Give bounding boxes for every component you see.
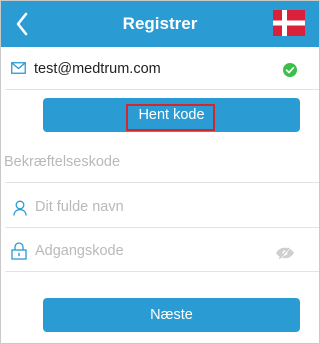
eye-hidden-icon[interactable] xyxy=(275,247,295,259)
password-placeholder: Adgangskode xyxy=(35,243,124,259)
full-name-placeholder: Dit fulde navn xyxy=(35,199,124,215)
divider xyxy=(5,271,319,272)
denmark-flag-icon xyxy=(273,10,305,36)
divider xyxy=(5,182,319,183)
language-flag-button[interactable] xyxy=(273,10,305,36)
lock-icon xyxy=(11,242,27,260)
page-title: Registrer xyxy=(122,14,198,33)
password-field[interactable]: Adgangskode xyxy=(1,233,319,271)
divider xyxy=(5,89,319,90)
register-screen: Registrer test@medtrum.com Hent kode Bek… xyxy=(0,0,320,344)
divider xyxy=(5,227,319,228)
check-circle-icon xyxy=(283,63,297,77)
verification-code-field[interactable]: Bekræftelseskode xyxy=(1,144,319,182)
email-value[interactable]: test@medtrum.com xyxy=(34,61,161,77)
email-row[interactable]: test@medtrum.com xyxy=(1,51,319,89)
full-name-field[interactable]: Dit fulde navn xyxy=(1,189,319,227)
header-bar: Registrer xyxy=(1,1,319,47)
user-icon xyxy=(13,200,27,216)
get-code-button[interactable]: Hent kode xyxy=(43,98,300,132)
verification-code-placeholder: Bekræftelseskode xyxy=(4,154,121,170)
next-button[interactable]: Næste xyxy=(43,298,300,332)
mail-icon xyxy=(11,62,26,74)
